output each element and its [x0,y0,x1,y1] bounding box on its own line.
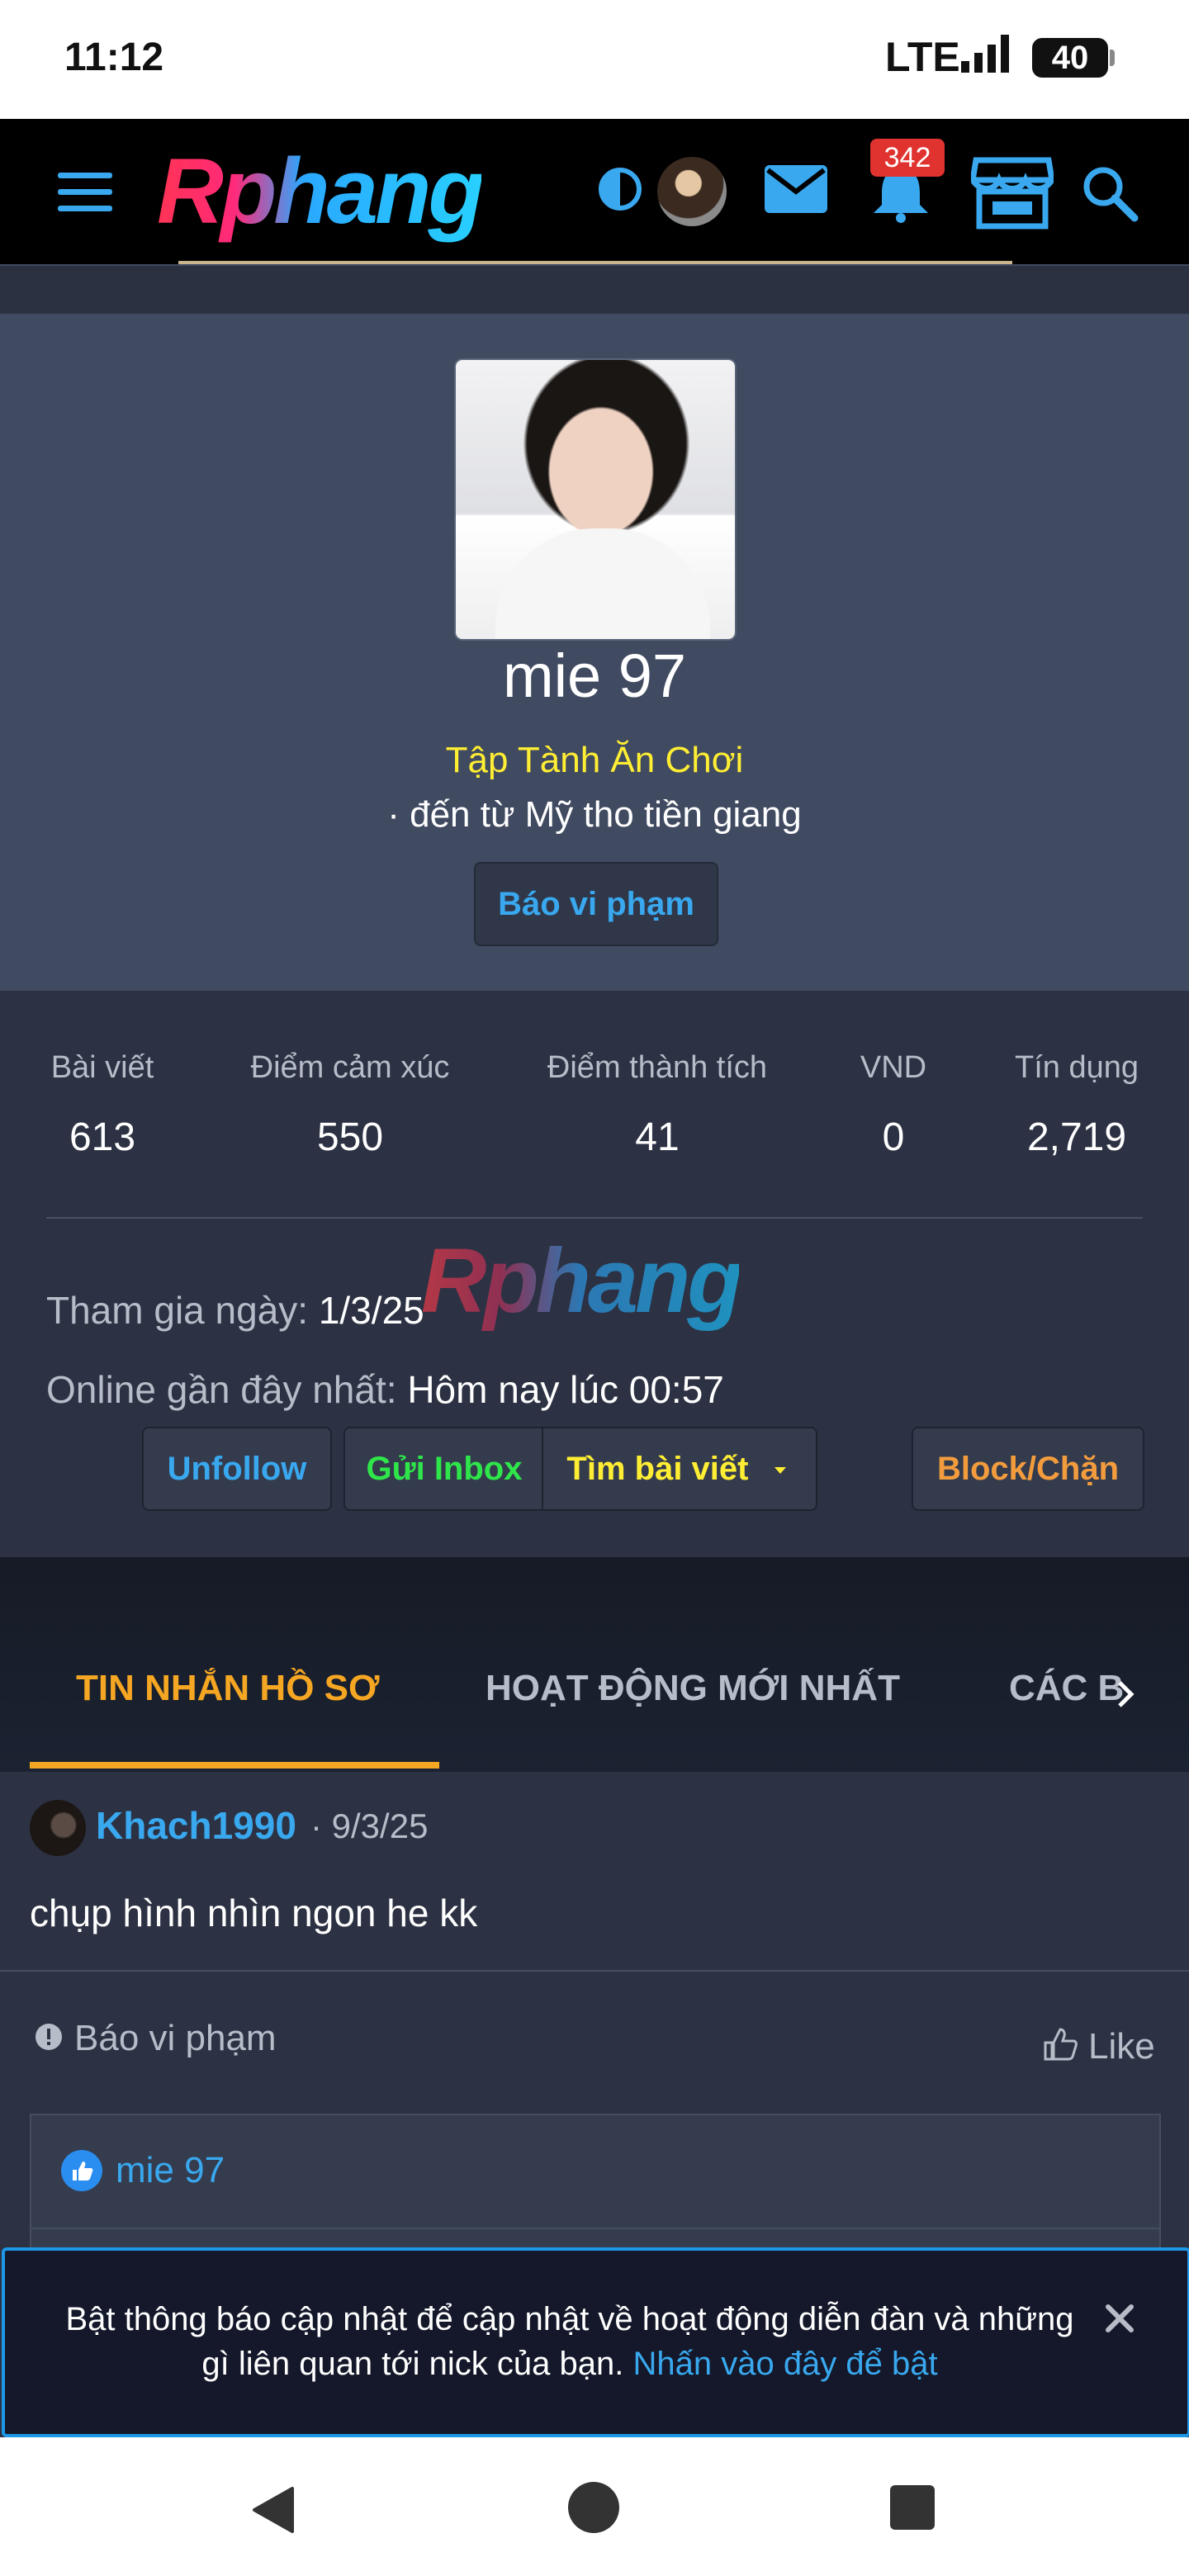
enable-notifications-link[interactable]: Nhấn vào đây để bật [632,2346,937,2382]
post-date[interactable]: · 9/3/25 [310,1807,428,1846]
theme-toggle-icon[interactable] [598,167,642,211]
battery-cap [1110,50,1115,66]
caret-down-icon [774,1467,786,1475]
post-body: chụp hình nhìn ngon he kk [30,1892,478,1934]
joined-date-row: Tham gia ngày: 1/3/25 [46,1288,424,1333]
notification-badge: 342 [870,139,945,177]
network-type: LTE [885,34,960,80]
profile-tabs [0,1557,1189,1772]
last-online-label: Online gần đây nhất: [46,1368,397,1411]
push-notice-text: Bật thông báo cập nhật để cập nhật về ho… [50,2297,1090,2386]
stat-label-credit: Tín dụng [1015,1050,1139,1085]
unfollow-button[interactable]: Unfollow [142,1427,332,1511]
user-avatar[interactable] [657,157,727,226]
likes-divider [30,2228,1159,2229]
home-icon[interactable] [568,2482,619,2533]
block-button[interactable]: Block/Chặn [912,1427,1144,1511]
stat-value-vnd: 0 [882,1115,905,1159]
report-button[interactable]: Báo vi phạm [474,862,718,946]
thumbs-up-icon[interactable] [1042,2026,1078,2062]
stats-divider [46,1217,1143,1219]
post-author[interactable]: Khach1990 [96,1803,296,1848]
chevron-right-icon[interactable] [1113,1678,1138,1711]
joined-label: Tham gia ngày: [46,1289,309,1332]
stat-value-trophies[interactable]: 41 [520,1115,794,1160]
tab-more[interactable]: CÁC B [1009,1668,1125,1709]
stat-value-credit: 2,719 [1026,1115,1127,1159]
status-clock: 11:12 [64,36,164,79]
profile-band [0,266,1189,314]
user-title: Tập Tành Ăn Chơi [445,740,744,780]
post-author-avatar[interactable] [30,1800,86,1856]
tab-latest-activity[interactable]: HOẠT ĐỘNG MỚI NHẤT [486,1668,900,1709]
joined-value: 1/3/25 [318,1289,424,1332]
last-online-row: Online gần đây nhất: Hôm nay lúc 00:57 [46,1367,724,1412]
stat-value-reactions[interactable]: 550 [218,1115,482,1160]
mail-icon[interactable] [765,165,827,213]
profile-name: mie 97 [502,642,687,710]
close-icon[interactable] [1103,2302,1136,2335]
like-reaction-icon [61,2150,102,2191]
recent-apps-icon[interactable] [890,2485,935,2530]
stat-label-reactions: Điểm cảm xúc [250,1050,450,1085]
send-inbox-button[interactable]: Gửi Inbox [343,1427,545,1511]
stat-label-trophies: Điểm thành tích [547,1050,768,1085]
liked-by-user[interactable]: mie 97 [116,2150,225,2191]
profile-post [0,1772,1189,1970]
find-posts-label: Tìm bài viết [566,1451,749,1487]
tab-profile-posts[interactable]: TIN NHẮN HỒ SƠ [76,1668,380,1709]
store-icon[interactable] [971,155,1054,230]
search-icon[interactable] [1080,163,1139,223]
alert-icon [36,2024,62,2050]
stat-value-posts[interactable]: 613 [20,1115,185,1160]
user-location: · đến từ Mỹ tho tiền giang [387,794,802,835]
stat-label-vnd: VND [860,1050,927,1085]
signal-icon [961,35,1009,73]
watermark-logo: Rphang [421,1230,742,1332]
find-posts-dropdown[interactable]: Tìm bài viết [542,1427,817,1511]
menu-icon[interactable] [58,169,112,214]
stat-label-posts: Bài viết [50,1050,154,1085]
last-online-value: Hôm nay lúc 00:57 [407,1368,724,1411]
active-tab-indicator [30,1762,439,1769]
battery-icon: 40 [1032,38,1108,78]
site-logo[interactable]: Rphang [157,139,485,244]
like-button[interactable]: Like [1088,2026,1155,2067]
post-report-link[interactable]: Báo vi phạm [74,2018,277,2059]
back-icon[interactable] [248,2484,301,2536]
